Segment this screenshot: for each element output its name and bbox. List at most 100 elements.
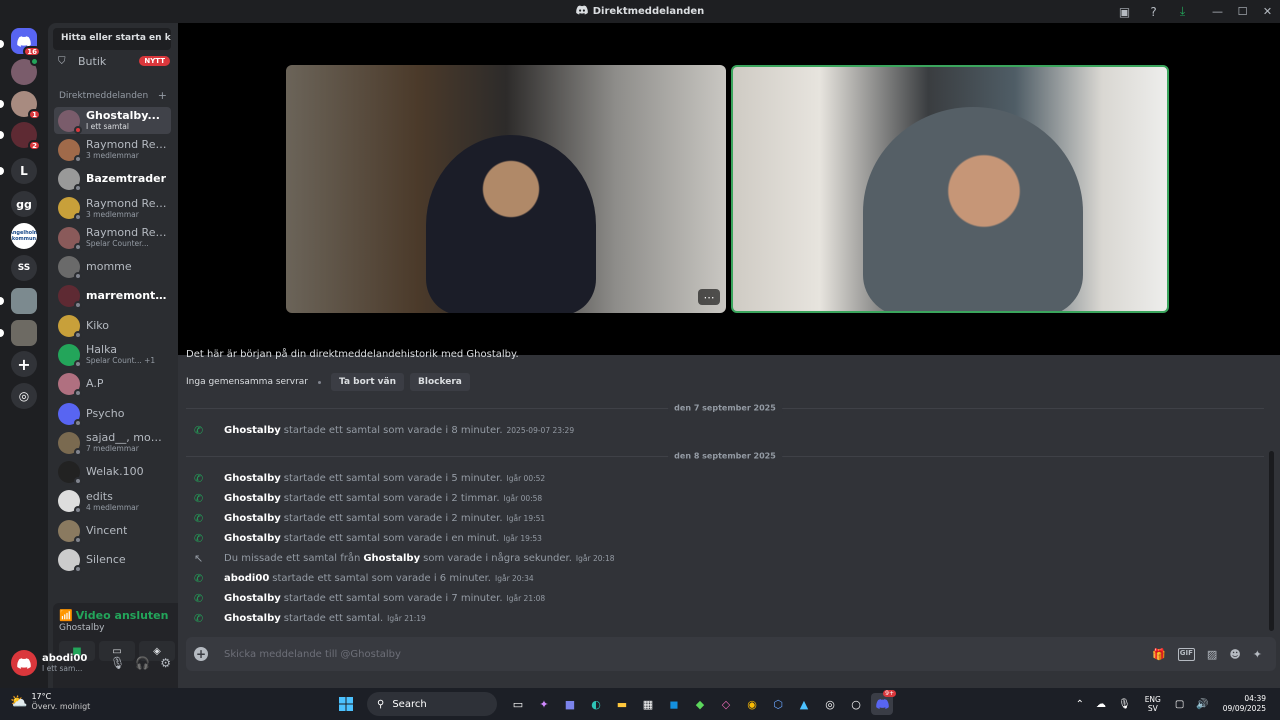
dm-item[interactable]: marremontan... bbox=[54, 283, 171, 310]
language-indicator[interactable]: ENG SV bbox=[1145, 695, 1161, 713]
message-author[interactable]: Ghostalby bbox=[224, 513, 281, 524]
vpn-icon[interactable]: ◆ bbox=[689, 693, 711, 715]
scrollbar[interactable] bbox=[1269, 451, 1274, 631]
server-icon[interactable] bbox=[11, 320, 37, 346]
avatar bbox=[58, 373, 82, 398]
weather-widget[interactable]: ⛅ 17°C Överv. molnigt bbox=[10, 692, 90, 712]
message-author[interactable]: Ghostalby bbox=[224, 473, 281, 484]
dm-item[interactable]: Raymond Red... Spelar Counter... bbox=[54, 224, 171, 251]
message-author[interactable]: Ghostalby bbox=[224, 613, 281, 624]
message-input[interactable] bbox=[224, 648, 824, 660]
more-icon[interactable]: ⋯ bbox=[698, 289, 720, 305]
search-input[interactable]: Hitta eller starta en ko... bbox=[53, 28, 171, 50]
compass-icon[interactable]: ◎ bbox=[11, 383, 37, 409]
chrome-icon[interactable]: ◉ bbox=[741, 693, 763, 715]
new-dm-button[interactable]: + bbox=[158, 90, 167, 101]
help-icon[interactable]: ? bbox=[1139, 0, 1168, 23]
dm-item[interactable]: Silence bbox=[54, 547, 171, 574]
sticker-icon[interactable]: ▨ bbox=[1207, 648, 1217, 661]
server-icon-gg[interactable]: gg bbox=[11, 191, 37, 217]
server-icon[interactable]: 1 bbox=[11, 91, 41, 120]
dm-item[interactable]: Vincent bbox=[54, 517, 171, 544]
dm-item[interactable]: A.P bbox=[54, 371, 171, 398]
dm-item[interactable]: Bazemtrader bbox=[54, 166, 171, 193]
message-author[interactable]: Ghostalby bbox=[224, 493, 281, 504]
microphone-icon[interactable]: 🎙 bbox=[1118, 699, 1131, 710]
message-author[interactable]: Ghostalby bbox=[224, 593, 281, 604]
dm-name: marremontan... bbox=[86, 290, 171, 303]
headphones-icon[interactable]: 🎧 bbox=[135, 656, 150, 670]
download-icon[interactable]: ⤓ bbox=[1168, 0, 1197, 23]
volume-icon[interactable]: 🔊 bbox=[1196, 699, 1208, 710]
gif-icon[interactable]: GIF bbox=[1177, 647, 1195, 661]
server-icon[interactable] bbox=[11, 288, 37, 314]
chevron-up-icon[interactable]: ⌃ bbox=[1076, 699, 1084, 710]
app-icon[interactable]: ⬡ bbox=[767, 693, 789, 715]
microphone-icon[interactable]: 🎙 bbox=[110, 656, 125, 670]
unread-pill bbox=[0, 167, 4, 175]
clock[interactable]: 04:39 09/09/2025 bbox=[1223, 694, 1266, 714]
server-icon-ss[interactable]: SS bbox=[11, 255, 37, 281]
onedrive-icon[interactable]: ☁ bbox=[1096, 699, 1106, 710]
date: 09/09/2025 bbox=[1222, 704, 1266, 713]
microsoft365-icon[interactable]: ◇ bbox=[715, 693, 737, 715]
start-icon[interactable] bbox=[335, 693, 357, 715]
steam-icon[interactable]: ◎ bbox=[819, 693, 841, 715]
add-server-icon[interactable]: + bbox=[11, 351, 37, 377]
copilot-icon[interactable]: ✦ bbox=[533, 693, 555, 715]
block-button[interactable]: Blockera bbox=[410, 373, 470, 391]
dm-item[interactable]: momme bbox=[54, 254, 171, 281]
message-author[interactable]: Ghostalby bbox=[224, 533, 281, 544]
file-explorer-icon[interactable]: ▬ bbox=[611, 693, 633, 715]
unread-pill bbox=[0, 40, 4, 48]
close-button[interactable]: ✕ bbox=[1255, 0, 1280, 23]
dm-name: Vincent bbox=[86, 524, 128, 537]
dm-item[interactable]: Welak.100 bbox=[54, 459, 171, 486]
video-tile-remote[interactable]: ⋯ bbox=[286, 65, 726, 313]
minimize-button[interactable]: — bbox=[1205, 0, 1230, 23]
message-author[interactable]: abodi00 bbox=[224, 573, 269, 584]
server-icon[interactable]: 2 bbox=[11, 122, 41, 151]
emoji-icon[interactable]: ☻ bbox=[1229, 648, 1240, 661]
dm-item[interactable]: Halka Spelar Count... +1 bbox=[54, 341, 171, 368]
gear-icon[interactable]: ⚙ bbox=[160, 656, 171, 670]
dm-item[interactable]: Raymond Red... 3 medlemmar bbox=[54, 195, 171, 222]
dm-subtitle: 4 medlemmar bbox=[86, 502, 139, 512]
call-message: ✆ Ghostalby startade ett samtal som varade… bbox=[194, 470, 545, 486]
dm-item[interactable]: sajad__, mom... 7 medlemmar bbox=[54, 429, 171, 456]
dm-avatar-ghostalby[interactable] bbox=[11, 57, 39, 85]
attach-icon[interactable]: + bbox=[194, 647, 208, 661]
xbox-icon[interactable]: ○ bbox=[845, 693, 867, 715]
voice-channel[interactable]: Ghostalby bbox=[59, 623, 104, 633]
edge-icon[interactable]: ◐ bbox=[585, 693, 607, 715]
server-icon-angelholm[interactable]: Ängelholm kommun bbox=[11, 223, 37, 249]
maximize-button[interactable]: ☐ bbox=[1230, 0, 1255, 23]
inbox-icon[interactable]: ▣ bbox=[1110, 0, 1139, 23]
server-icon-l[interactable]: L bbox=[11, 158, 37, 184]
task-view-icon[interactable]: ▭ bbox=[507, 693, 529, 715]
shop-link[interactable]: ⛉ Butik NYTT bbox=[58, 52, 170, 70]
dm-item[interactable]: edits 4 medlemmar bbox=[54, 488, 171, 515]
date-divider: den 8 september 2025 bbox=[186, 451, 1264, 461]
teams-icon[interactable]: ■ bbox=[559, 693, 581, 715]
remove-friend-button[interactable]: Ta bort vän bbox=[331, 373, 405, 391]
dm-item[interactable]: Kiko bbox=[54, 312, 171, 339]
dm-item[interactable]: Ghostalby... I ett samtal bbox=[54, 107, 171, 134]
unread-pill bbox=[0, 100, 4, 108]
photos-icon[interactable]: ▲ bbox=[793, 693, 815, 715]
message-timestamp: Igår 00:58 bbox=[503, 493, 543, 503]
home-button[interactable]: 16 bbox=[11, 28, 41, 57]
dm-item[interactable]: Raymond Red... 3 medlemmar bbox=[54, 136, 171, 163]
outlook-icon[interactable]: ◼ bbox=[663, 693, 685, 715]
message-author[interactable]: Ghostalby bbox=[363, 553, 420, 564]
store-icon[interactable]: ▦ bbox=[637, 693, 659, 715]
discord-taskbar-icon[interactable]: 9+ bbox=[871, 690, 896, 715]
dm-item[interactable]: Psycho bbox=[54, 400, 171, 427]
video-tile-self[interactable] bbox=[731, 65, 1169, 313]
app-launcher-icon[interactable]: ✦ bbox=[1253, 648, 1262, 661]
network-icon[interactable]: ▢ bbox=[1175, 699, 1184, 710]
avatar[interactable] bbox=[11, 650, 37, 676]
message-author[interactable]: Ghostalby bbox=[224, 425, 281, 436]
taskbar-search[interactable]: ⚲ Search bbox=[367, 692, 497, 716]
gift-icon[interactable]: 🎁 bbox=[1152, 648, 1166, 661]
